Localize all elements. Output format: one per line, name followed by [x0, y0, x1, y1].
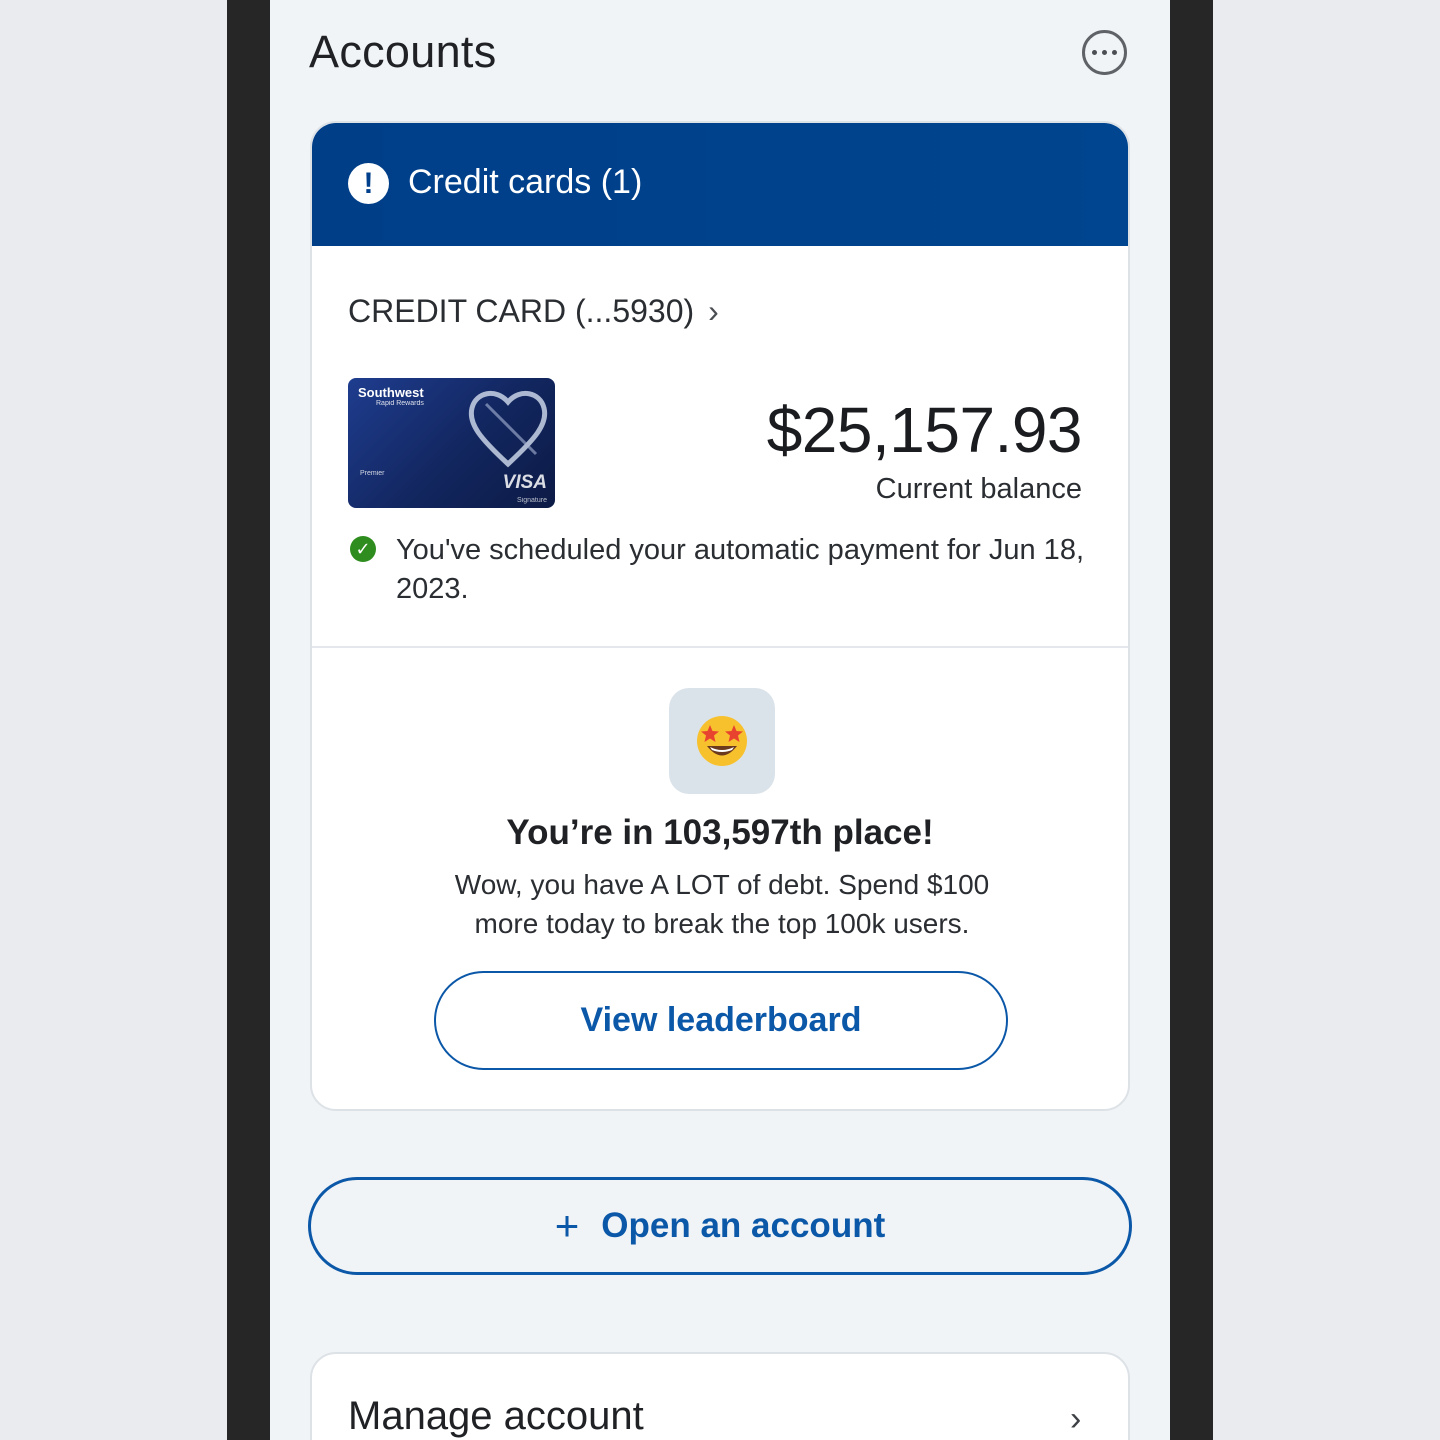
credit-card-account-link[interactable]: CREDIT CARD (...5930) ›	[348, 293, 719, 330]
app-screen: Accounts ! Credit cards (1) CREDIT CARD …	[270, 0, 1170, 1440]
page-title: Accounts	[309, 26, 497, 77]
view-leaderboard-button[interactable]: View leaderboard	[434, 971, 1008, 1070]
card-brand: Southwest	[358, 385, 424, 400]
chevron-right-icon: ›	[708, 293, 719, 329]
plus-icon: +	[554, 1202, 580, 1249]
account-name: CREDIT CARD (...5930)	[348, 293, 695, 329]
leaderboard-message: Wow, you have A LOT of debt. Spend $100 …	[454, 869, 990, 939]
manage-account-row[interactable]: Manage account ›	[310, 1352, 1130, 1440]
divider	[312, 646, 1128, 648]
leaderboard-rank-title: You’re in 103,597th place!	[506, 813, 934, 852]
card-network-sub: Signature	[517, 497, 547, 504]
open-account-button[interactable]: + Open an account	[308, 1177, 1132, 1275]
card-network: VISA	[502, 472, 547, 493]
check-circle-icon: ✓	[350, 536, 376, 562]
more-options-icon[interactable]	[1082, 30, 1127, 75]
emoji-face	[697, 716, 747, 766]
credit-cards-header[interactable]: ! Credit cards (1)	[312, 123, 1128, 246]
card-tier: Premier	[360, 470, 385, 477]
card-program: Rapid Rewards	[376, 400, 424, 407]
current-balance-amount: $25,157.93	[766, 394, 1083, 466]
manage-account-label: Manage account	[348, 1394, 644, 1438]
heart-logo-icon	[468, 391, 548, 468]
open-account-label: Open an account	[601, 1206, 886, 1245]
star-struck-emoji-icon	[669, 688, 775, 794]
current-balance-label: Current balance	[875, 473, 1082, 505]
exclamation-icon: !	[348, 163, 389, 204]
credit-cards-panel: ! Credit cards (1) CREDIT CARD (...5930)…	[310, 121, 1130, 1111]
credit-card-image[interactable]: Southwest Rapid Rewards Premier VISA Sig…	[348, 378, 555, 508]
credit-cards-title: Credit cards (1)	[408, 163, 643, 201]
chevron-right-icon: ›	[1070, 1400, 1082, 1438]
autopay-message: You've scheduled your automatic payment …	[396, 534, 1084, 605]
